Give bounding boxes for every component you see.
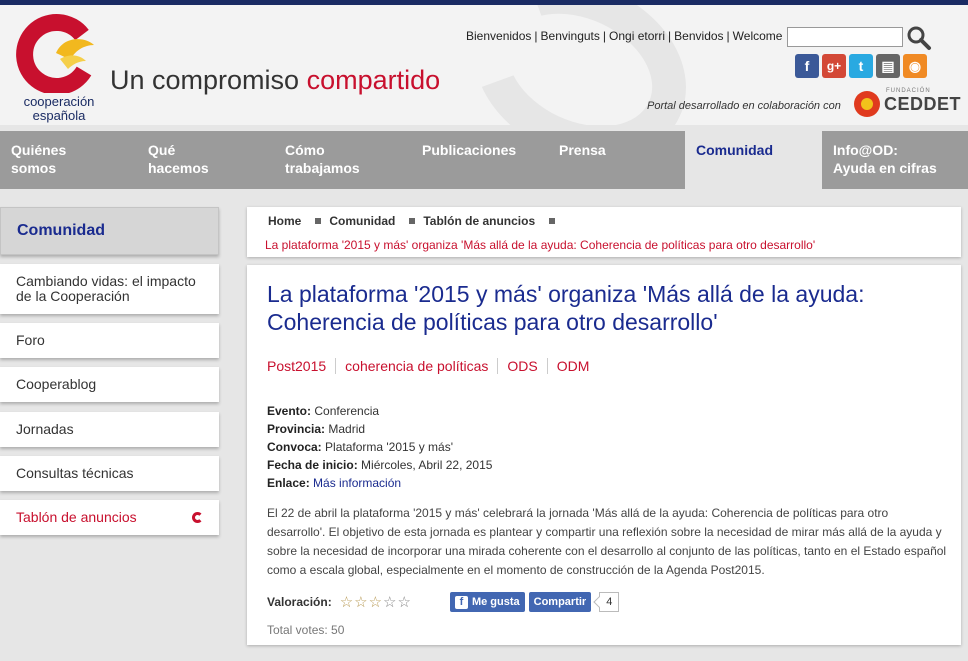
star-icon[interactable]: ☆	[340, 594, 353, 611]
sidebar-item-cambiando-vidas[interactable]: Cambiando vidas: el impacto de la Cooper…	[0, 264, 219, 314]
rating-label: Valoración:	[267, 595, 332, 609]
lang-gl[interactable]: Benvidos	[674, 29, 723, 43]
total-votes: Total votes: 50	[267, 623, 345, 637]
nav-publicaciones[interactable]: Publicaciones	[411, 131, 548, 189]
main-nav: Quiénes somos Qué hacemos Cómo trabajamo…	[0, 131, 968, 189]
like-label: Me gusta	[471, 596, 520, 608]
news-icon[interactable]: ▤	[876, 54, 900, 78]
sidebar-item-label: Consultas técnicas	[16, 465, 134, 481]
nav-como-trabajamos[interactable]: Cómo trabajamos	[274, 131, 411, 189]
search-input[interactable]	[787, 27, 903, 47]
tag-link[interactable]: ODM	[546, 358, 599, 374]
share-label: Compartir	[533, 596, 587, 608]
meta-label: Fecha de inicio:	[267, 458, 358, 472]
meta-label: Provincia:	[267, 422, 326, 436]
sidebar-item-label: Jornadas	[16, 421, 74, 437]
cooperacion-espanola-logo[interactable]: cooperación española	[14, 13, 104, 125]
lang-eu[interactable]: Ongi etorri	[609, 29, 665, 43]
social-links: f g+ t ▤ ◉	[795, 54, 927, 78]
star-rating[interactable]: ☆☆☆☆☆	[340, 593, 412, 611]
facebook-share-button[interactable]: Compartir	[528, 592, 592, 612]
meta-value: Conferencia	[314, 404, 380, 418]
rss-icon[interactable]: ◉	[903, 54, 927, 78]
google-plus-icon[interactable]: g+	[822, 54, 846, 78]
lang-en[interactable]: Welcome	[733, 29, 783, 43]
sidebar-item-consultas-tecnicas[interactable]: Consultas técnicas	[0, 456, 219, 491]
meta-provincia: Provincia: Madrid	[267, 420, 492, 438]
search-icon	[907, 26, 931, 50]
sidebar-item-label: Cooperablog	[16, 376, 97, 392]
tag-link[interactable]: Post2015	[267, 358, 335, 374]
sidebar-item-label: Foro	[16, 332, 45, 348]
meta-label: Enlace:	[267, 476, 310, 490]
facebook-like-button[interactable]: f Me gusta	[449, 592, 525, 612]
event-details: Evento: Conferencia Provincia: Madrid Co…	[267, 402, 492, 492]
sidebar-item-foro[interactable]: Foro	[0, 323, 219, 358]
star-icon[interactable]: ☆	[398, 594, 411, 611]
meta-label: Convoca:	[267, 440, 322, 454]
sidebar: Comunidad	[0, 207, 219, 255]
lang-ca[interactable]: Benvinguts	[541, 29, 600, 43]
sidebar-item-jornadas[interactable]: Jornadas	[0, 412, 219, 447]
nav-prensa[interactable]: Prensa	[548, 131, 685, 189]
breadcrumb-tablon[interactable]: Tablón de anuncios	[423, 214, 535, 228]
slogan-part-2: compartido	[306, 65, 441, 95]
breadcrumb: Home Comunidad Tablón de anuncios	[268, 214, 563, 228]
twitter-icon[interactable]: t	[849, 54, 873, 78]
ceddet-logo[interactable]: FUNDACIÓN CEDDET	[854, 88, 962, 117]
search-button[interactable]	[906, 25, 932, 51]
site-header: cooperación española Un compromiso compa…	[0, 0, 968, 125]
star-icon[interactable]: ☆	[383, 594, 396, 611]
meta-fecha: Fecha de inicio: Miércoles, Abril 22, 20…	[267, 456, 492, 474]
slogan: Un compromiso compartido	[110, 65, 440, 96]
breadcrumb-box: Home Comunidad Tablón de anuncios La pla…	[247, 207, 961, 257]
tag-link[interactable]: coherencia de políticas	[335, 358, 497, 374]
sidebar-item-label: Tablón de anuncios	[16, 509, 137, 525]
meta-evento: Evento: Conferencia	[267, 402, 492, 420]
meta-label: Evento:	[267, 404, 312, 418]
active-marker-icon	[192, 512, 203, 523]
ceddet-caption: FUNDACIÓN	[886, 88, 931, 94]
collaboration-text: Portal desarrollado en colaboración con	[647, 100, 841, 112]
article: La plataforma '2015 y más' organiza 'Más…	[247, 265, 961, 645]
breadcrumb-comunidad[interactable]: Comunidad	[329, 214, 395, 228]
facebook-icon: f	[454, 595, 468, 609]
ceddet-logo-icon	[854, 91, 880, 117]
meta-value: Plataforma '2015 y más'	[325, 440, 454, 454]
page-title: La plataforma '2015 y más' organiza 'Más…	[267, 281, 865, 335]
language-selector: Bienvenidos | Benvinguts | Ongi etorri | Be…	[466, 29, 783, 43]
article-body: El 22 de abril la plataforma '2015 y más…	[267, 506, 947, 577]
tag-list: Post2015 coherencia de políticas ODS ODM	[267, 358, 598, 374]
logo-mark-icon	[16, 14, 94, 95]
logo-text: cooperación española	[23, 94, 95, 123]
facebook-icon[interactable]: f	[795, 54, 819, 78]
breadcrumb-current: La plataforma '2015 y más' organiza 'Más…	[265, 238, 816, 252]
lang-es[interactable]: Bienvenidos	[466, 29, 531, 43]
tag-link[interactable]: ODS	[497, 358, 546, 374]
like-count-value: 4	[606, 596, 613, 608]
nav-info-od[interactable]: Info@OD: Ayuda en cifras	[822, 131, 959, 189]
ceddet-name: CEDDET	[884, 93, 962, 114]
nav-que-hacemos[interactable]: Qué hacemos	[137, 131, 274, 189]
sidebar-item-cooperablog[interactable]: Cooperablog	[0, 367, 219, 402]
rating-row: Valoración: ☆☆☆☆☆ f Me gusta Compartir 4	[267, 592, 620, 612]
slogan-part-1: Un compromiso	[110, 65, 307, 95]
meta-value: Miércoles, Abril 22, 2015	[361, 458, 493, 472]
nav-quienes-somos[interactable]: Quiénes somos	[0, 131, 137, 189]
breadcrumb-separator-icon	[409, 218, 416, 224]
breadcrumb-home[interactable]: Home	[268, 214, 301, 228]
star-icon[interactable]: ☆	[369, 594, 382, 611]
like-count: 4	[599, 592, 620, 612]
sidebar-item-label: Cambiando vidas: el impacto de la Cooper…	[16, 273, 196, 304]
star-icon[interactable]: ☆	[354, 594, 367, 611]
meta-enlace: Enlace: Más información	[267, 474, 492, 492]
breadcrumb-separator-icon	[549, 218, 556, 224]
meta-value: Madrid	[328, 422, 366, 436]
sidebar-title: Comunidad	[0, 207, 219, 255]
meta-convoca: Convoca: Plataforma '2015 y más'	[267, 438, 492, 456]
sidebar-item-tablon-de-anuncios[interactable]: Tablón de anuncios	[0, 500, 219, 535]
breadcrumb-separator-icon	[315, 218, 322, 224]
nav-comunidad[interactable]: Comunidad	[685, 131, 822, 189]
more-info-link[interactable]: Más información	[313, 476, 401, 490]
